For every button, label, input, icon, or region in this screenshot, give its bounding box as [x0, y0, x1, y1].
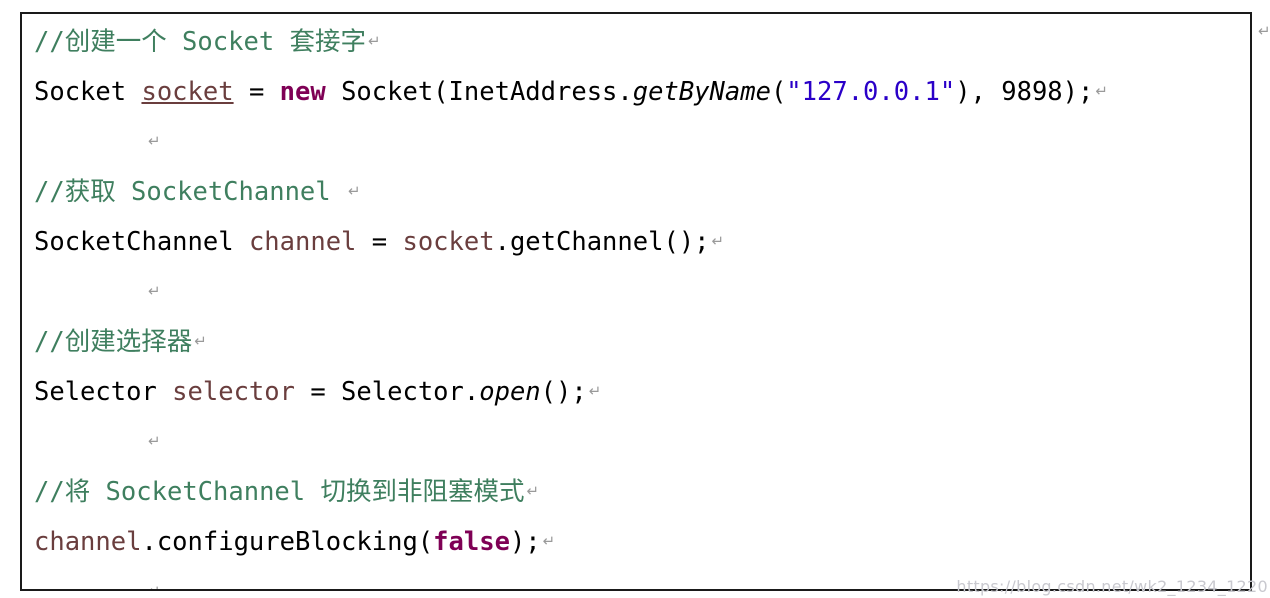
- code-line[interactable]: ↵: [34, 566, 1250, 591]
- code-token-comment: //将 SocketChannel 切换到非阻塞模式: [34, 477, 525, 507]
- code-line[interactable]: channel.configureBlocking(false); ↵: [34, 516, 1250, 566]
- code-line[interactable]: //创建选择器 ↵: [34, 316, 1250, 366]
- code-token-plain: .configureBlocking(: [141, 527, 434, 557]
- code-token-comment: //获取 SocketChannel: [34, 177, 346, 207]
- code-lines-container: //创建一个 Socket 套接字 ↵ Socket socket = new So…: [34, 16, 1250, 591]
- code-line[interactable]: //创建一个 Socket 套接字 ↵: [34, 16, 1250, 66]
- code-line[interactable]: ↵: [34, 416, 1250, 466]
- paragraph-return-icon: ↵: [1095, 82, 1108, 100]
- code-token-plain: ), 9898);: [955, 77, 1094, 107]
- code-token-localdecl: socket: [141, 77, 234, 107]
- paragraph-return-icon: ↵: [148, 282, 161, 300]
- code-snippet-frame: //创建一个 Socket 套接字 ↵ Socket socket = new So…: [20, 12, 1252, 591]
- code-token-keyword: new: [279, 77, 326, 107]
- code-token-string: "127.0.0.1": [786, 77, 956, 107]
- code-line[interactable]: Socket socket = new Socket(InetAddress.g…: [34, 66, 1250, 116]
- code-line[interactable]: ↵: [34, 116, 1250, 166]
- paragraph-return-icon: ↵: [148, 582, 161, 591]
- code-token-field: channel: [248, 227, 357, 257]
- code-token-field: selector: [172, 377, 295, 407]
- paragraph-return-icon: ↵: [588, 382, 602, 400]
- outer-paragraph-return-icon: ↵: [1258, 22, 1270, 40]
- code-token-plain: =: [233, 77, 280, 107]
- paragraph-return-icon: ↵: [148, 132, 161, 150]
- code-token-plain: = Selector.: [295, 377, 480, 407]
- code-token-plain: =: [356, 227, 403, 257]
- code-line[interactable]: //将 SocketChannel 切换到非阻塞模式 ↵: [34, 466, 1250, 516]
- code-token-plain: );: [509, 527, 541, 557]
- code-token-plain: Selector: [34, 377, 173, 407]
- paragraph-return-icon: ↵: [526, 482, 540, 500]
- code-token-plain: .getChannel();: [494, 227, 710, 257]
- code-token-plain: Socket(InetAddress.: [325, 77, 633, 107]
- code-token-comment: //创建一个 Socket 套接字: [34, 27, 367, 57]
- code-token-static: open: [479, 377, 541, 407]
- paragraph-return-icon: ↵: [148, 432, 161, 450]
- code-line[interactable]: ↵: [34, 266, 1250, 316]
- paragraph-return-icon: ↵: [194, 332, 207, 350]
- code-line[interactable]: //获取 SocketChannel ↵: [34, 166, 1250, 216]
- paragraph-return-icon: ↵: [368, 32, 381, 50]
- code-token-plain: ();: [540, 377, 587, 407]
- code-line[interactable]: SocketChannel channel = socket.getChanne…: [34, 216, 1250, 266]
- code-token-plain: (: [770, 77, 787, 107]
- code-token-static: getByName: [632, 77, 771, 107]
- paragraph-return-icon: ↵: [542, 532, 556, 550]
- code-line[interactable]: Selector selector = Selector.open(); ↵: [34, 366, 1250, 416]
- code-token-field: channel: [34, 527, 142, 557]
- code-token-comment: //创建选择器: [34, 327, 193, 357]
- code-token-field: socket: [402, 227, 495, 257]
- code-token-plain: SocketChannel: [34, 227, 249, 257]
- paragraph-return-icon: ↵: [348, 182, 361, 200]
- paragraph-return-icon: ↵: [711, 232, 725, 250]
- code-token-keyword: false: [433, 527, 510, 557]
- code-token-plain: Socket: [34, 77, 142, 107]
